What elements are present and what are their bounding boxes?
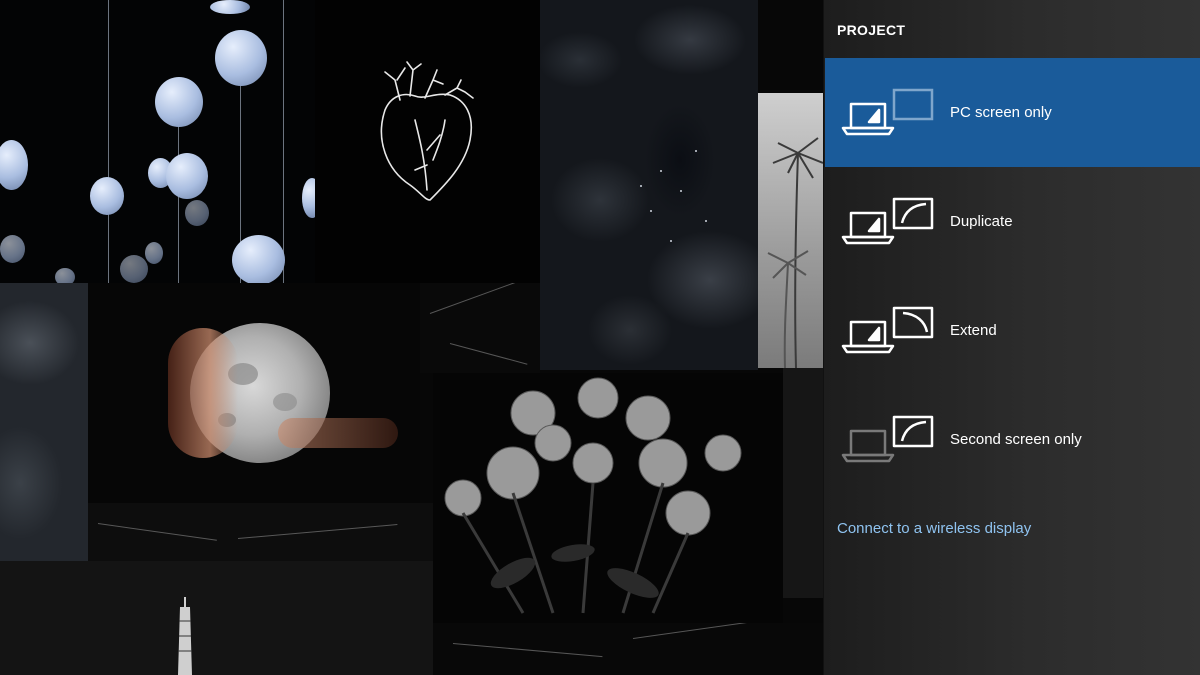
panel-title: PROJECT bbox=[837, 22, 906, 38]
palm-trees-photo bbox=[758, 93, 823, 368]
pc-screen-only-icon bbox=[841, 88, 934, 136]
balloons-photo bbox=[0, 0, 315, 283]
option-second-screen-only[interactable]: Second screen only bbox=[825, 385, 1200, 494]
option-extend[interactable]: Extend bbox=[825, 276, 1200, 385]
storm-clouds-photo bbox=[0, 283, 88, 561]
second-screen-only-icon bbox=[841, 415, 934, 463]
option-duplicate[interactable]: Duplicate bbox=[825, 167, 1200, 276]
desktop-wallpaper bbox=[0, 0, 823, 675]
option-label: PC screen only bbox=[950, 104, 1052, 121]
anatomical-heart-drawing bbox=[315, 0, 540, 283]
hands-holding-moon-photo bbox=[88, 283, 420, 503]
marble-texture bbox=[433, 623, 823, 675]
night-clouds-photo bbox=[540, 0, 758, 370]
option-label: Second screen only bbox=[950, 431, 1082, 448]
white-roses-photo bbox=[433, 373, 783, 623]
marble-texture bbox=[420, 283, 540, 373]
extend-icon bbox=[841, 306, 934, 354]
connect-wireless-display-link[interactable]: Connect to a wireless display bbox=[837, 520, 1031, 537]
option-label: Extend bbox=[950, 322, 997, 339]
option-pc-screen-only[interactable]: PC screen only bbox=[825, 58, 1200, 167]
option-label: Duplicate bbox=[950, 213, 1013, 230]
dark-photo bbox=[783, 368, 823, 598]
eiffel-tower-photo bbox=[0, 561, 433, 675]
duplicate-icon bbox=[841, 197, 934, 245]
marble-texture bbox=[88, 503, 433, 561]
project-panel: PROJECT PC screen only Duplicate Extend … bbox=[823, 0, 1200, 675]
